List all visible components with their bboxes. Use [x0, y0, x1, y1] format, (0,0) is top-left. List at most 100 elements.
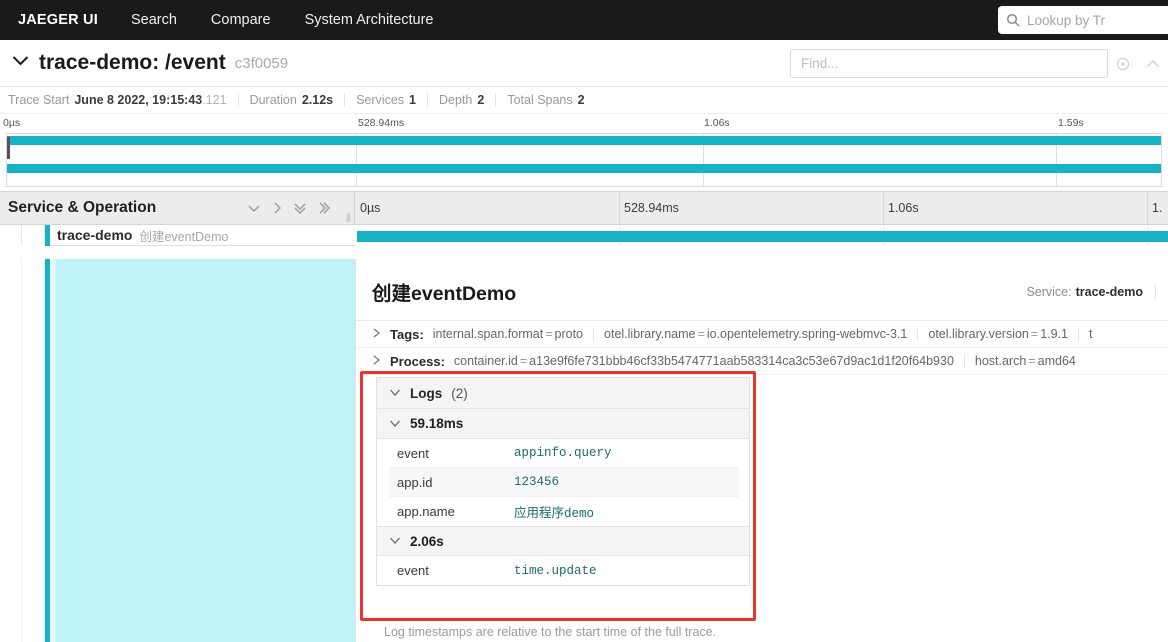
chevron-down-icon[interactable]	[389, 534, 401, 548]
tags-row[interactable]: Tags: internal.span.format = proto otel.li…	[356, 321, 1168, 348]
navbar-right-group: Lookup by Tr	[998, 6, 1168, 34]
service-operation-column-header: Service & Operation |||	[0, 192, 355, 224]
process-key: container.id	[453, 354, 518, 368]
double-chevron-right-icon[interactable]	[318, 201, 332, 215]
span-service-name: trace-demo	[57, 227, 133, 243]
process-key: host.arch	[974, 354, 1027, 368]
span-row-label-area[interactable]: trace-demo 创建eventDemo	[0, 225, 355, 246]
log-group-header[interactable]: 2.06s	[377, 526, 749, 556]
brand-jaeger-ui[interactable]: JAEGER UI	[0, 12, 114, 28]
timeline-tick: 0µs	[360, 201, 381, 215]
lookup-placeholder-text: Lookup by Tr	[1027, 12, 1106, 28]
service-label: Service:	[1026, 284, 1072, 299]
minimap-tick: 1.59s	[1058, 117, 1084, 129]
summary-fraction: .121	[202, 93, 227, 107]
tag-entry: otel.library.version = 1.9.1	[917, 327, 1078, 341]
process-value: a13e9f6fe731bbb46cf33b5474771aab583314ca…	[529, 354, 954, 368]
tag-key: otel.library.version	[928, 327, 1029, 341]
log-field-row: app.id 123456	[389, 468, 739, 497]
timeline-tick: 1.06s	[888, 201, 919, 215]
span-indent-gutter	[22, 225, 45, 246]
log-field-key: event	[397, 563, 429, 578]
tag-entry: internal.span.format = proto	[432, 327, 584, 341]
tag-value: 1.9.1	[1040, 327, 1069, 341]
logs-header[interactable]: Logs (2)	[377, 378, 749, 409]
chevron-down-icon[interactable]	[389, 386, 401, 400]
detail-highlight-fill	[56, 259, 355, 642]
nav-item-system-architecture[interactable]: System Architecture	[288, 12, 451, 28]
log-timestamp: 2.06s	[410, 533, 444, 549]
process-entry: container.id = a13e9f6fe731bbb46cf33b54747…	[453, 354, 954, 368]
logs-note: Log timestamps are relative to the start…	[384, 625, 717, 639]
minimap-span-bar	[7, 164, 1161, 173]
tag-key: t	[1089, 327, 1093, 341]
span-operation-name: 创建eventDemo	[139, 229, 229, 244]
log-field-key: event	[397, 445, 429, 461]
chevron-right-icon[interactable]	[372, 354, 381, 369]
find-input[interactable]: Find...	[790, 49, 1108, 78]
search-icon	[1006, 13, 1020, 27]
jaeger-trace-page: JAEGER UI Search Compare System Architec…	[0, 0, 1168, 642]
nav-item-compare[interactable]: Compare	[194, 12, 288, 28]
span-indent-gutter	[0, 225, 22, 246]
timeline-tick-header: 0µs 528.94ms 1.06s 1.	[355, 192, 1168, 224]
summary-label: Services	[356, 93, 405, 107]
log-fields: event appinfo.query app.id 123456 app.na…	[377, 439, 749, 526]
log-field-row: app.name 应用程序demo	[389, 497, 739, 526]
logs-count: (2)	[451, 385, 468, 401]
chevron-down-icon[interactable]	[247, 203, 261, 213]
span-label[interactable]: trace-demo 创建eventDemo	[50, 225, 355, 246]
minimap-span-bar	[7, 136, 1161, 145]
minimap-body[interactable]	[6, 133, 1162, 187]
chevron-down-icon[interactable]	[389, 417, 401, 431]
span-detail-content: 创建eventDemo Service: trace-demo Tags: in…	[355, 259, 1168, 642]
collapse-controls	[247, 201, 332, 215]
log-field-row: event time.update	[389, 556, 739, 585]
nav-item-search[interactable]: Search	[114, 12, 194, 28]
logs-title: Logs	[410, 385, 443, 401]
log-group-header[interactable]: 59.18ms	[377, 409, 749, 439]
double-chevron-down-icon[interactable]	[293, 201, 307, 215]
collapse-detail-button[interactable]	[1138, 49, 1168, 78]
span-row[interactable]: trace-demo 创建eventDemo	[0, 225, 1168, 246]
detail-indent-gutter	[22, 259, 45, 642]
log-field-value: appinfo.query	[514, 446, 612, 460]
summary-value: June 8 2022, 19:15:43	[74, 93, 203, 107]
summary-item-services: Services 1	[344, 93, 427, 107]
chevron-right-icon[interactable]	[372, 327, 381, 342]
tag-value: io.opentelemetry.spring-webmvc-3.1	[706, 327, 908, 341]
find-target-button[interactable]	[1108, 49, 1138, 78]
trace-minimap[interactable]: 0µs 528.94ms 1.06s 1.59s	[0, 114, 1168, 191]
process-entry: host.arch = amd64	[963, 354, 1086, 368]
chevron-right-icon[interactable]	[272, 201, 282, 215]
top-navbar: JAEGER UI Search Compare System Architec…	[0, 0, 1168, 40]
minimap-tick: 0µs	[3, 117, 21, 129]
minimap-tick-row: 0µs 528.94ms 1.06s 1.59s	[0, 114, 1168, 133]
log-field-key: app.id	[397, 474, 433, 490]
summary-value: 2	[477, 93, 485, 107]
span-detail-meta: Service: trace-demo	[1026, 284, 1168, 299]
summary-item-trace-start: Trace Start June 8 2022, 19:15:43 .121	[8, 93, 238, 107]
target-icon	[1116, 57, 1130, 70]
span-row-bar-area[interactable]	[355, 225, 1168, 246]
minimap-tick: 1.06s	[704, 117, 730, 129]
trace-summary-bar: Trace Start June 8 2022, 19:15:43 .121 D…	[0, 87, 1168, 114]
span-duration-bar[interactable]	[357, 231, 1168, 242]
minimap-drag-handle[interactable]	[7, 137, 10, 159]
process-row[interactable]: Process: container.id = a13e9f6fe731bbb46c…	[356, 348, 1168, 375]
resize-grip-icon[interactable]: |||	[346, 212, 351, 222]
log-field-key: app.name	[397, 504, 455, 519]
timeline-header-row: Service & Operation ||| 0µs 528.94ms 1.0…	[0, 191, 1168, 225]
tag-key: otel.library.name	[604, 327, 696, 341]
chevron-down-icon[interactable]	[12, 53, 29, 71]
logs-section: Logs (2) 59.18ms event appinfo.query app…	[376, 377, 750, 586]
process-value: amd64	[1037, 354, 1076, 368]
tag-entry: otel.library.name = io.opentelemetry.sprin…	[593, 327, 917, 341]
lookup-by-trace-id-input[interactable]: Lookup by Tr	[998, 6, 1168, 34]
meta-divider	[1155, 284, 1156, 299]
tags-label: Tags:	[390, 326, 424, 342]
detail-title-row: 创建eventDemo Service: trace-demo	[356, 259, 1168, 321]
log-field-value: time.update	[514, 563, 597, 578]
log-field-row: event appinfo.query	[389, 439, 739, 468]
service-value: trace-demo	[1075, 284, 1143, 299]
